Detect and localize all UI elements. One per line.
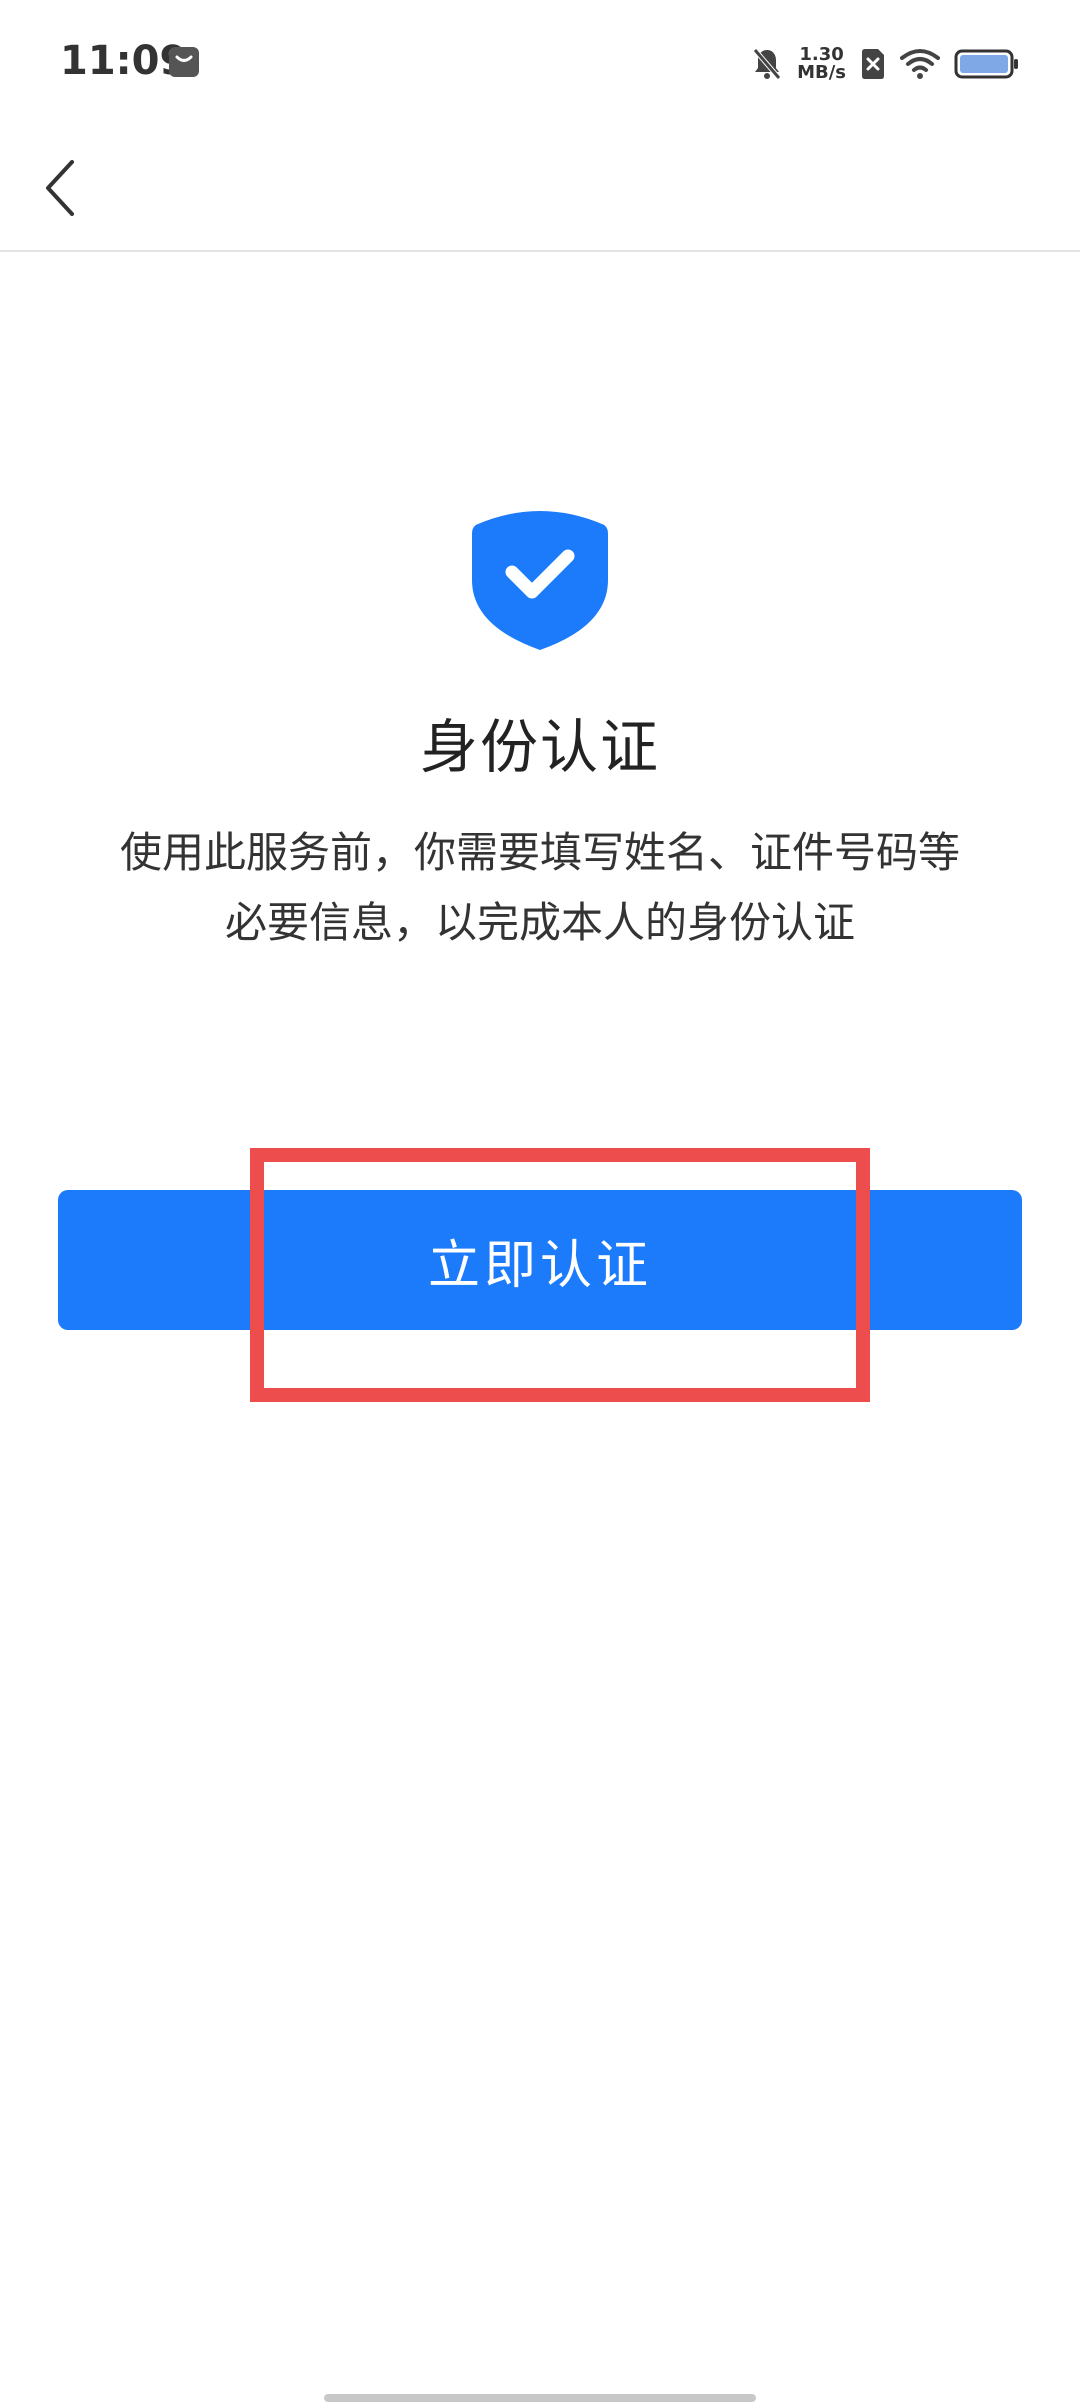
no-sim-icon bbox=[862, 49, 884, 79]
mute-bell-icon bbox=[753, 48, 781, 80]
description: 使用此服务前，你需要填写姓名、证件号码等 必要信息，以完成本人的身份认证 bbox=[60, 818, 1020, 958]
description-line-2: 必要信息，以完成本人的身份认证 bbox=[224, 898, 855, 947]
net-speed: 1.30 MB/s bbox=[797, 46, 846, 82]
status-icons: 1.30 MB/s bbox=[751, 40, 1020, 88]
page-title: 身份认证 bbox=[419, 713, 660, 781]
notification-app-icon bbox=[169, 47, 199, 77]
verify-now-button[interactable]: 立即认证 bbox=[58, 1190, 1022, 1330]
nav-bar bbox=[0, 130, 1080, 252]
description-line-1: 使用此服务前，你需要填写姓名、证件号码等 bbox=[119, 828, 960, 877]
status-bar: 11:09 1.30 MB/s bbox=[0, 0, 1080, 130]
shield-check-icon bbox=[472, 511, 608, 650]
home-indicator[interactable] bbox=[324, 2394, 756, 2402]
net-speed-unit: MB/s bbox=[797, 62, 846, 83]
verify-now-button-label: 立即认证 bbox=[427, 1235, 652, 1296]
back-button[interactable] bbox=[24, 152, 96, 224]
battery-icon bbox=[954, 49, 1018, 79]
wifi-icon bbox=[900, 49, 940, 79]
chevron-left-icon bbox=[46, 160, 74, 216]
